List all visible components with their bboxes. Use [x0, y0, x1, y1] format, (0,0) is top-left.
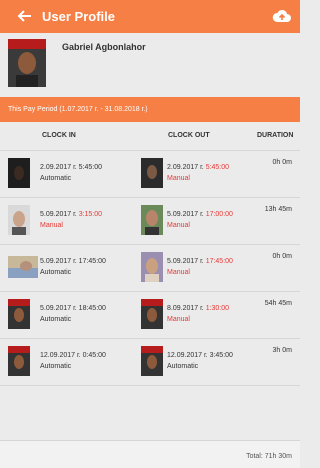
footer: Total: 71h 30m — [0, 440, 300, 468]
clock-out-photo[interactable] — [141, 299, 163, 329]
clock-in-cell: 5.09.2017 г. 17:45:00 Automatic — [40, 258, 106, 276]
profile-header: Gabriel Agbonlahor — [0, 33, 300, 97]
cloud-icon[interactable] — [272, 8, 292, 24]
clock-in-photo[interactable] — [8, 256, 38, 278]
clock-in-photo[interactable] — [8, 346, 30, 376]
avatar — [8, 39, 46, 87]
duration-value: 0h 0m — [272, 253, 292, 260]
table-row[interactable]: 5.09.2017 г. 18:45:00 Automatic 8.09.201… — [0, 292, 300, 339]
clock-in-cell: 12.09.2017 г. 0:45:00 Automatic — [40, 352, 106, 370]
clock-out-photo[interactable] — [141, 346, 163, 376]
total-duration: Total: 71h 30m — [246, 453, 292, 460]
clock-out-cell: 2.09.2017 г. 5:45:00 Manual — [167, 164, 230, 182]
clock-out-cell: 12.09.2017 г. 3:45:00 Automatic — [167, 352, 233, 370]
user-name: Gabriel Agbonlahor — [62, 42, 146, 52]
duration-value: 54h 45m — [264, 300, 292, 307]
clock-out-photo[interactable] — [141, 252, 163, 282]
clock-out-photo[interactable] — [141, 205, 163, 235]
clock-out-cell: 5.09.2017 г. 17:00:00 Manual — [167, 211, 233, 229]
clock-out-cell: 8.09.2017 г. 1:30:00 Manual — [167, 305, 230, 323]
table-row[interactable]: 5.09.2017 г. 3:15:00 Manual 5.09.2017 г.… — [0, 198, 300, 245]
column-clock-in: CLOCK IN — [42, 132, 76, 139]
clock-in-cell: 5.09.2017 г. 3:15:00 Manual — [40, 211, 103, 229]
clock-out-photo[interactable] — [141, 158, 163, 188]
table-row[interactable]: 12.09.2017 г. 0:45:00 Automatic 12.09.20… — [0, 339, 300, 386]
page-title: User Profile — [42, 9, 115, 24]
clock-in-photo[interactable] — [8, 205, 30, 235]
arrow-left-icon[interactable] — [16, 7, 34, 25]
pay-period-banner: This Pay Period (1.07.2017 г. - 31.08.20… — [0, 97, 300, 122]
table-row[interactable]: 5.09.2017 г. 17:45:00 Automatic 5.09.201… — [0, 245, 300, 292]
clock-out-cell: 5.09.2017 г. 17:45:00 Manual — [167, 258, 233, 276]
pay-period-label: This Pay Period (1.07.2017 г. - 31.08.20… — [8, 106, 148, 113]
clock-in-cell: 2.09.2017 г. 5:45:00 Automatic — [40, 164, 103, 182]
duration-value: 3h 0m — [272, 347, 292, 354]
column-duration: DURATION — [257, 132, 294, 139]
duration-value: 13h 45m — [264, 206, 292, 213]
duration-value: 0h 0m — [272, 159, 292, 166]
table-header: CLOCK IN CLOCK OUT DURATION — [0, 122, 300, 151]
column-clock-out: CLOCK OUT — [168, 132, 210, 139]
clock-in-photo[interactable] — [8, 158, 30, 188]
clock-in-cell: 5.09.2017 г. 18:45:00 Automatic — [40, 305, 106, 323]
app-bar: User Profile — [0, 0, 300, 33]
clock-in-photo[interactable] — [8, 299, 30, 329]
table-row[interactable]: 2.09.2017 г. 5:45:00 Automatic 2.09.2017… — [0, 151, 300, 198]
